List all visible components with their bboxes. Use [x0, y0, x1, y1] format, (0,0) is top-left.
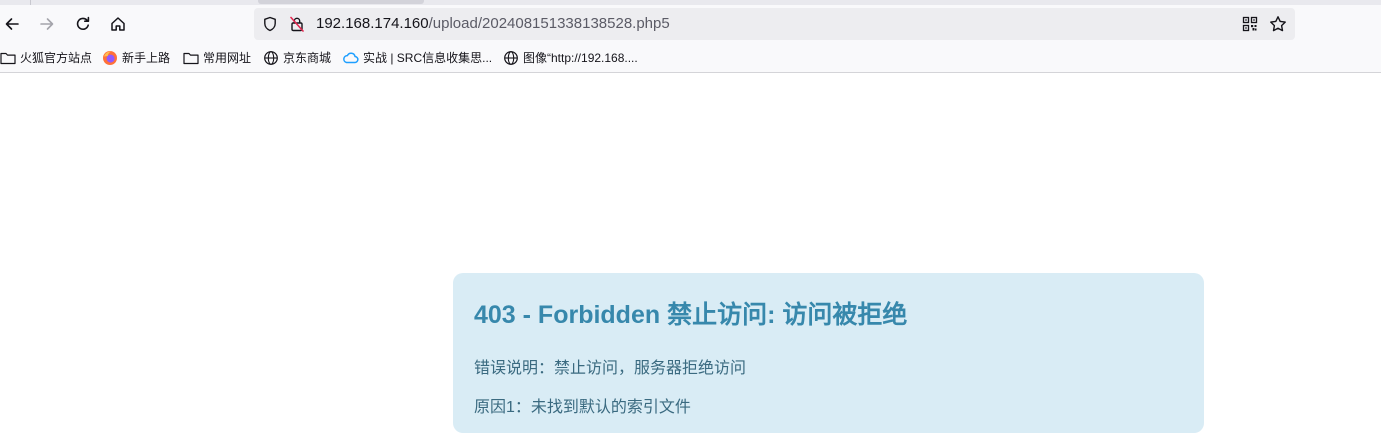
- error-title: 403 - Forbidden 禁止访问: 访问被拒绝: [474, 301, 908, 329]
- globe-icon: [504, 50, 518, 65]
- reload-button[interactable]: [69, 10, 97, 38]
- forward-button[interactable]: [33, 10, 61, 38]
- bookmark-label: 实战 | SRC信息收集思...: [363, 51, 493, 65]
- bookmarks-toolbar: 火狐官方站点 新手上路 常用网址 京东商城 实战 | SRC信息收集思... 图…: [0, 43, 1381, 73]
- home-icon: [111, 17, 125, 31]
- star-icon[interactable]: [1269, 15, 1287, 33]
- reload-icon: [76, 16, 90, 30]
- bookmark-item[interactable]: 火狐官方站点: [0, 43, 92, 72]
- folder-icon: [183, 52, 199, 64]
- arrow-left-icon: [5, 18, 19, 30]
- shield-icon[interactable]: [262, 16, 278, 32]
- firefox-icon: [103, 50, 117, 65]
- error-reason: 原因1：未找到默认的索引文件: [474, 399, 691, 416]
- bookmark-label: 火狐官方站点: [20, 51, 93, 65]
- folder-icon: [0, 52, 16, 64]
- bookmark-item[interactable]: 图像“http://192.168....: [503, 43, 638, 72]
- qr-code-icon[interactable]: [1242, 16, 1258, 32]
- bookmark-label: 图像“http://192.168....: [523, 51, 638, 65]
- globe-icon: [264, 50, 278, 65]
- url-host: 192.168.174.160: [316, 15, 429, 32]
- bookmark-label: 常用网址: [203, 51, 252, 65]
- cloud-icon: [343, 51, 359, 63]
- bookmark-item[interactable]: 京东商城: [263, 43, 331, 72]
- error-description: 错误说明：禁止访问，服务器拒绝访问: [474, 360, 747, 377]
- bookmark-item[interactable]: 常用网址: [183, 43, 251, 72]
- active-tab-edge[interactable]: [258, 0, 424, 4]
- url-bar[interactable]: 192.168.174.160/upload/20240815133813852…: [254, 8, 1295, 40]
- bookmark-label: 京东商城: [283, 51, 332, 65]
- bookmark-item[interactable]: 新手上路: [102, 43, 170, 72]
- back-button[interactable]: [0, 10, 26, 38]
- url-text[interactable]: 192.168.174.160/upload/20240815133813852…: [316, 8, 670, 40]
- navigation-toolbar: 192.168.174.160/upload/20240815133813852…: [0, 5, 1381, 43]
- error-message-box: 403 - Forbidden 禁止访问: 访问被拒绝 错误说明：禁止访问，服务…: [453, 273, 1204, 433]
- insecure-lock-icon[interactable]: [289, 16, 305, 32]
- home-button[interactable]: [104, 10, 132, 38]
- bookmark-label: 新手上路: [122, 51, 171, 65]
- bookmark-item[interactable]: 实战 | SRC信息收集思...: [342, 43, 492, 72]
- url-path: /upload/202408151338138528.php5: [428, 15, 670, 32]
- arrow-right-icon: [40, 18, 54, 30]
